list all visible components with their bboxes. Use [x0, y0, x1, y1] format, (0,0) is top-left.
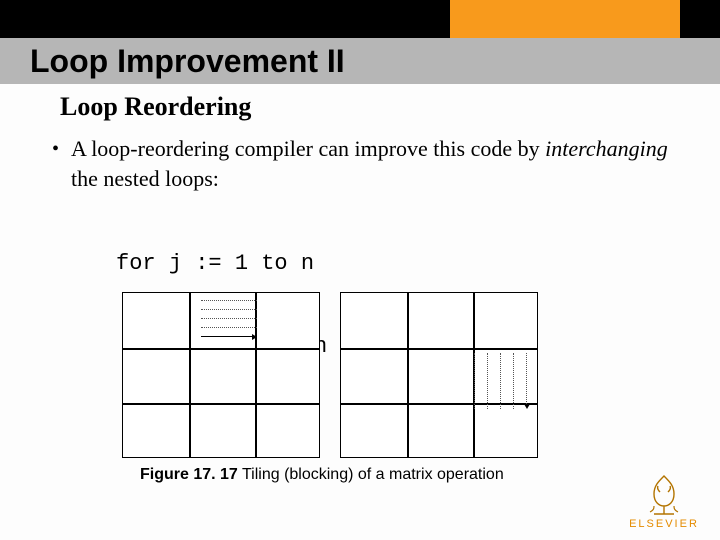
grid-hline	[341, 348, 537, 350]
header-accent-bar	[450, 0, 680, 38]
tree-icon	[640, 472, 688, 516]
caption-label: Figure 17. 17	[140, 466, 238, 483]
grid-vline	[407, 293, 409, 457]
column-traversal-icon	[471, 353, 530, 409]
slide-subtitle: Loop Reordering	[60, 92, 251, 122]
bullet-emph: interchanging	[545, 136, 668, 161]
title-strip: Loop Improvement II	[0, 38, 720, 84]
bullet-pre: A loop-reordering compiler can improve t…	[71, 136, 545, 161]
grid-vline	[189, 293, 191, 457]
figure-row	[122, 292, 538, 458]
publisher-name: ELSEVIER	[622, 518, 706, 530]
figure-caption: Figure 17. 17 Tiling (blocking) of a mat…	[140, 466, 504, 484]
bullet-marker: •	[48, 134, 59, 193]
slide-title: Loop Improvement II	[30, 43, 345, 80]
grid-hline	[123, 348, 319, 350]
matrix-figure-right	[340, 292, 538, 458]
bullet-item: • A loop-reordering compiler can improve…	[48, 134, 680, 193]
grid-hline	[123, 403, 319, 405]
caption-text: Tiling (blocking) of a matrix operation	[238, 466, 504, 483]
matrix-figure-left	[122, 292, 320, 458]
row-traversal-icon	[201, 296, 257, 341]
code-line-1: for j := 1 to n	[116, 250, 680, 278]
bullet-post: the nested loops:	[71, 166, 219, 191]
bullet-text: A loop-reordering compiler can improve t…	[71, 134, 680, 193]
publisher-logo: ELSEVIER	[622, 472, 706, 530]
